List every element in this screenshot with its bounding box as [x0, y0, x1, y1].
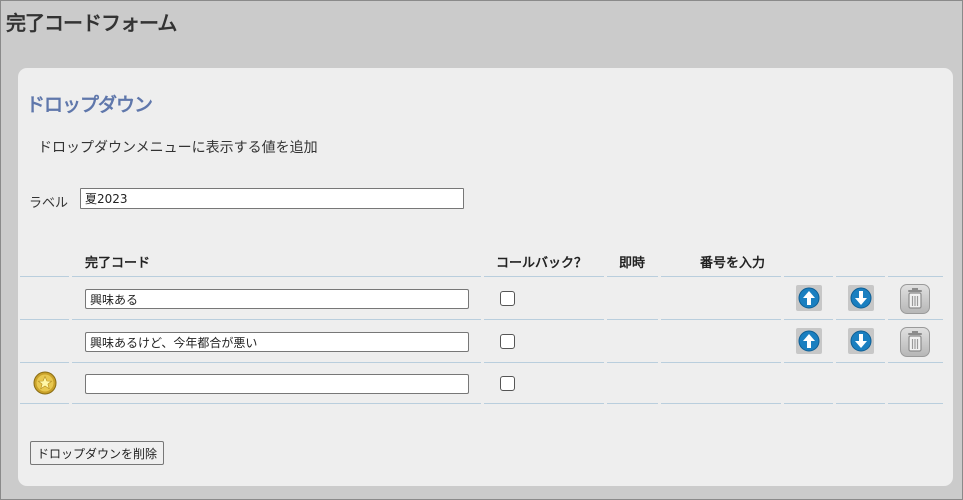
arrow-down-icon [850, 287, 872, 309]
callback-checkbox-row-2[interactable] [500, 334, 515, 349]
trash-icon [908, 288, 922, 309]
arrow-up-icon [798, 330, 820, 352]
header-enter-number: 番号を入力 [700, 256, 766, 271]
new-row-star-icon [33, 371, 57, 395]
code-input-row-1[interactable] [85, 289, 469, 309]
section-title: ドロップダウン [26, 94, 153, 116]
move-up-button-row-2[interactable] [796, 328, 822, 354]
new-code-input[interactable] [85, 374, 469, 394]
delete-button-row-2[interactable] [900, 327, 930, 357]
label-input[interactable] [80, 188, 464, 209]
header-callback: コールバック？ [496, 256, 588, 271]
header-immediate: 即時 [619, 256, 646, 271]
code-input-row-2[interactable] [85, 332, 469, 352]
delete-button-row-1[interactable] [900, 284, 930, 314]
new-callback-checkbox[interactable] [500, 376, 515, 391]
move-up-button-row-1[interactable] [796, 285, 822, 311]
delete-dropdown-button[interactable]: ドロップダウンを削除 [30, 441, 165, 465]
trash-icon [908, 331, 922, 352]
page-title: 完了コードフォーム [6, 11, 177, 35]
section-description: ドロップダウンメニューに表示する値を追加 [38, 140, 318, 156]
arrow-down-icon [850, 330, 872, 352]
dropdown-panel: ドロップダウン ドロップダウンメニューに表示する値を追加 ラベル 完了コード コ… [18, 68, 953, 486]
callback-checkbox-row-1[interactable] [500, 291, 515, 306]
label-caption: ラベル [29, 196, 69, 211]
move-down-button-row-1[interactable] [848, 285, 874, 311]
star-icon [33, 371, 57, 395]
move-down-button-row-2[interactable] [848, 328, 874, 354]
header-code: 完了コード [85, 256, 151, 271]
arrow-up-icon [798, 287, 820, 309]
